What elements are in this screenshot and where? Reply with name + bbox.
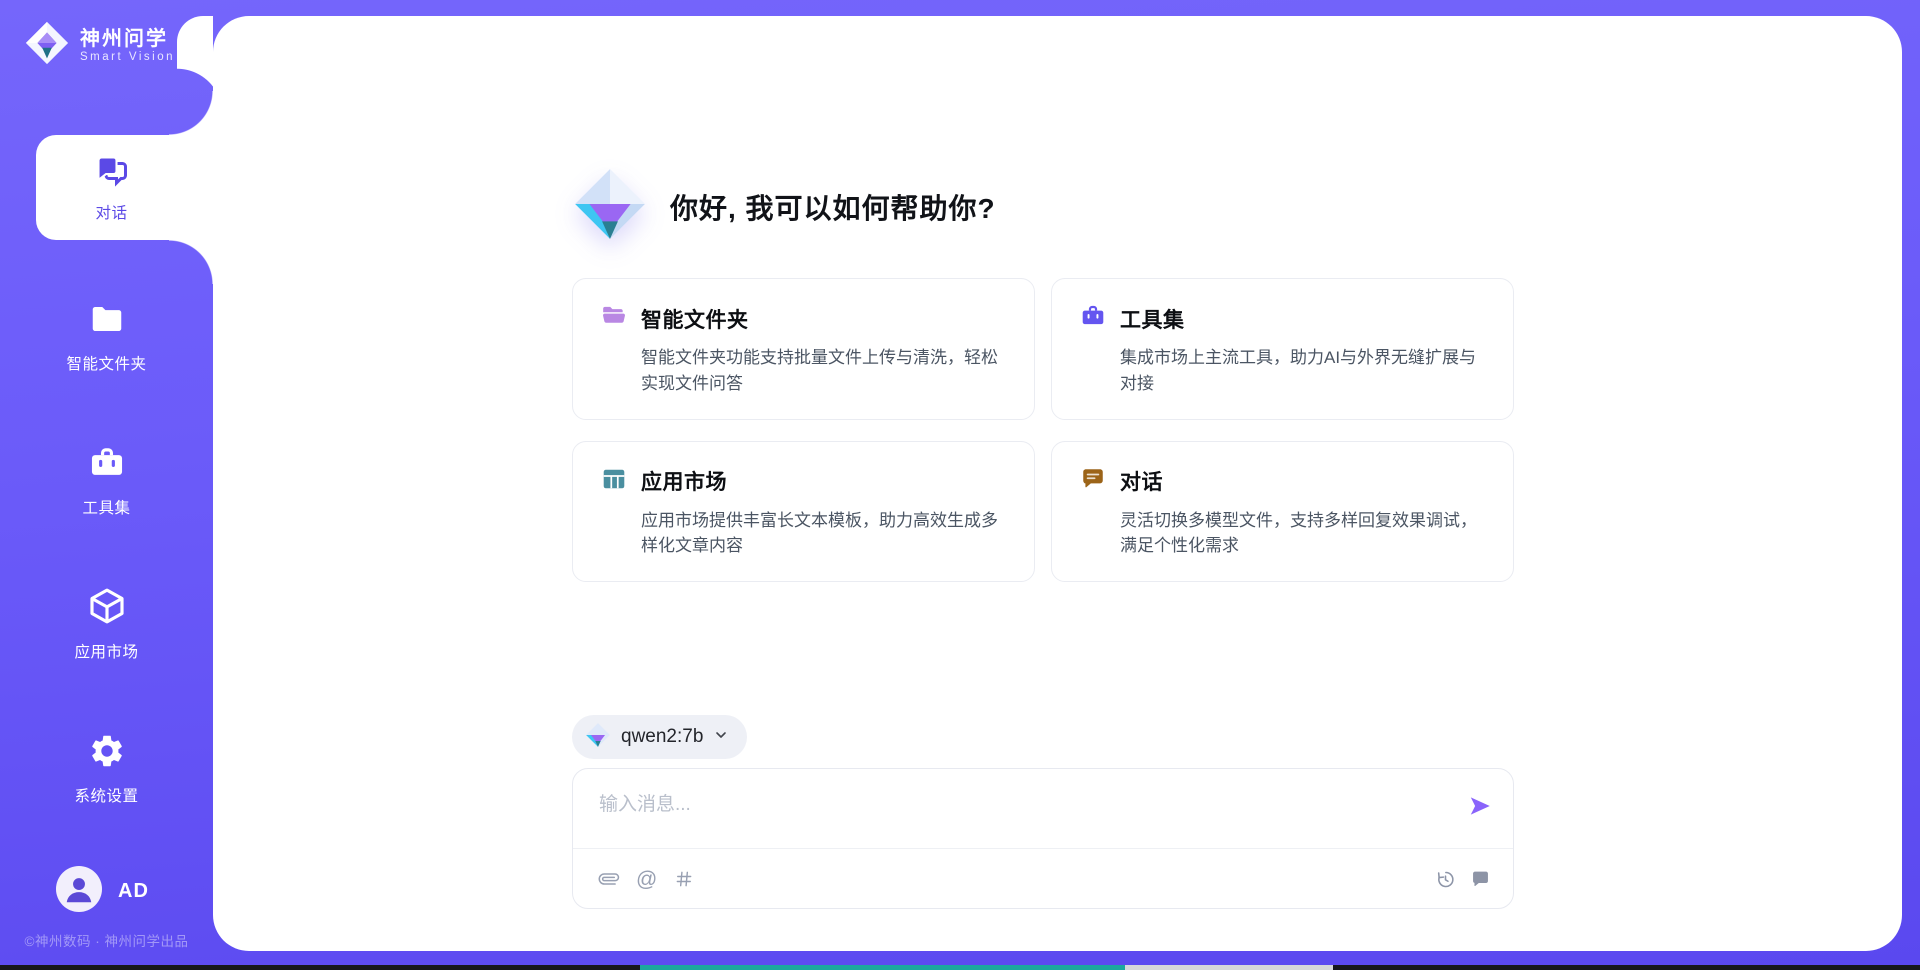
card-description: 灵活切换多模型文件，支持多样回复效果调试，满足个性化需求 — [1120, 508, 1485, 560]
brand-subtitle: Smart Vision — [80, 51, 175, 63]
card-description: 应用市场提供丰富长文本模板，助力高效生成多样化文章内容 — [641, 508, 1006, 560]
gear-icon — [88, 732, 126, 775]
bottom-edge-teal-segment — [640, 965, 1125, 970]
card-title: 应用市场 — [641, 466, 727, 496]
assistant-logo-diamond-icon — [572, 166, 648, 247]
chevron-down-icon — [713, 727, 729, 748]
user-initials: AD — [118, 880, 149, 903]
composer-toolbar-right — [1435, 869, 1491, 890]
chat-bubble-icon — [1080, 466, 1106, 497]
sidebar-item-label: 系统设置 — [74, 784, 138, 806]
sidebar-item-label: 对话 — [95, 201, 127, 223]
folder-open-icon — [601, 303, 627, 334]
feature-cards: 智能文件夹 智能文件夹功能支持批量文件上传与清洗，轻松实现文件问答 工具集 集成… — [572, 278, 1514, 582]
brand: 神州问学 Smart Vision — [24, 20, 175, 71]
chat-icon — [94, 153, 130, 194]
card-title: 工具集 — [1120, 304, 1185, 334]
card-title: 智能文件夹 — [641, 304, 749, 334]
sidebar-item-label: 工具集 — [82, 496, 130, 518]
card-smart-folder[interactable]: 智能文件夹 智能文件夹功能支持批量文件上传与清洗，轻松实现文件问答 — [572, 278, 1035, 420]
greeting: 你好, 我可以如何帮助你? — [572, 166, 996, 247]
sidebar: 神州问学 Smart Vision 对话 智能文件夹 — [0, 0, 213, 970]
card-chat[interactable]: 对话 灵活切换多模型文件，支持多样回复效果调试，满足个性化需求 — [1051, 441, 1514, 583]
main-panel: 你好, 我可以如何帮助你? 智能文件夹 智能文件夹功能支持批量文件上传与清洗，轻… — [213, 16, 1902, 951]
model-selector[interactable]: qwen2:7b — [572, 715, 747, 759]
user-profile[interactable]: AD — [56, 866, 149, 917]
toolbox-icon — [88, 444, 126, 487]
card-toolbox[interactable]: 工具集 集成市场上主流工具，助力AI与外界无缝扩展与对接 — [1051, 278, 1514, 420]
sidebar-item-app-market[interactable]: 应用市场 — [0, 586, 213, 662]
sidebar-item-settings[interactable]: 系统设置 — [0, 732, 213, 806]
history-icon[interactable] — [1435, 869, 1456, 890]
folder-icon — [88, 300, 126, 343]
hash-icon[interactable] — [674, 869, 694, 889]
feedback-chat-icon[interactable] — [1470, 869, 1491, 890]
card-description: 智能文件夹功能支持批量文件上传与清洗，轻松实现文件问答 — [641, 345, 1006, 397]
sidebar-item-chat[interactable]: 对话 — [36, 135, 213, 240]
bottom-edge-light-segment — [1125, 965, 1333, 970]
avatar — [56, 866, 102, 917]
greeting-text: 你好, 我可以如何帮助你? — [670, 187, 996, 227]
card-app-market[interactable]: 应用市场 应用市场提供丰富长文本模板，助力高效生成多样化文章内容 — [572, 441, 1035, 583]
grid-icon — [601, 466, 627, 497]
model-logo-diamond-icon — [585, 722, 611, 753]
sidebar-item-label: 应用市场 — [74, 640, 138, 662]
cube-icon — [87, 586, 127, 631]
mention-icon[interactable]: @ — [636, 869, 657, 890]
brand-name: 神州问学 — [80, 28, 175, 51]
message-composer: @ — [572, 768, 1514, 909]
sidebar-item-label: 智能文件夹 — [66, 352, 146, 374]
sidebar-item-toolbox[interactable]: 工具集 — [0, 444, 213, 518]
brand-logo-diamond-icon — [24, 20, 70, 71]
message-input[interactable] — [573, 769, 1513, 847]
card-title: 对话 — [1120, 466, 1163, 496]
sidebar-item-smart-folder[interactable]: 智能文件夹 — [0, 300, 213, 374]
card-description: 集成市场上主流工具，助力AI与外界无缝扩展与对接 — [1120, 345, 1485, 397]
attachment-icon[interactable] — [599, 869, 619, 889]
composer-toolbar: @ — [599, 849, 1491, 909]
copyright-text: ©神州数码 · 神州问学出品 — [0, 930, 213, 950]
model-name: qwen2:7b — [621, 726, 703, 748]
send-icon[interactable] — [1467, 793, 1493, 819]
toolbox-icon — [1080, 303, 1106, 334]
